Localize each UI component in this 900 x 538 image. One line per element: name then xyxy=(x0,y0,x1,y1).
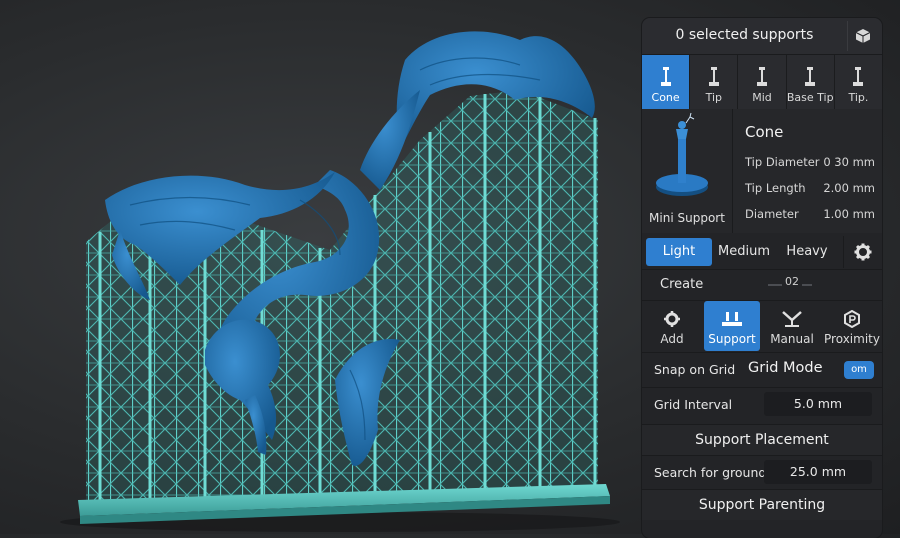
manual-icon xyxy=(782,311,802,327)
base-tip-support-icon xyxy=(805,67,816,86)
support-icon xyxy=(722,312,742,326)
support-placement-header[interactable]: Support Placement xyxy=(642,424,882,455)
placement-mode-tabs: Add Support Manual Proximity xyxy=(642,300,882,351)
weight-heavy-button[interactable]: Heavy xyxy=(778,238,836,266)
create-label: Create xyxy=(660,277,704,292)
mode-label: Add xyxy=(660,332,684,346)
grid-interval-input[interactable]: 5.0 mm xyxy=(764,392,872,416)
tip-support-icon xyxy=(708,67,719,86)
gear-icon[interactable] xyxy=(843,236,882,268)
tab-label: Mid xyxy=(752,91,772,104)
tab-tip[interactable]: Tip xyxy=(690,55,739,109)
search-for-ground-label: Search for ground xyxy=(654,465,767,480)
spec-value: 1.00 mm xyxy=(823,207,875,221)
mode-label: Support xyxy=(708,332,756,346)
spec-tip-length: Tip Length 2.00 mm xyxy=(745,181,875,195)
grid-interval-label: Grid Interval xyxy=(654,397,733,412)
spec-value: 0 30 mm xyxy=(823,155,875,169)
spec-diameter: Diameter 1.00 mm xyxy=(745,207,875,221)
tab-mid[interactable]: Mid xyxy=(738,55,787,109)
create-value: 02 xyxy=(782,275,802,288)
spec-value: 2.00 mm xyxy=(823,181,875,195)
support-name: Cone xyxy=(745,123,784,141)
tab-cone[interactable]: Cone xyxy=(642,55,691,109)
tab-base-tip[interactable]: Base Tip xyxy=(786,55,835,109)
mini-support-preview-icon xyxy=(656,112,708,196)
tab-tip-alt[interactable]: Tip. xyxy=(834,55,882,109)
spec-label: Diameter xyxy=(745,207,799,221)
snap-on-grid-label: Snap on Grid xyxy=(654,362,736,377)
support-weight-selector: Light Medium Heavy xyxy=(642,236,882,268)
support-model-render xyxy=(60,31,620,532)
tab-label: Cone xyxy=(651,91,680,104)
support-specs: Cone Tip Diameter 0 30 mm Tip Length 2.0… xyxy=(733,109,882,233)
mode-label: Manual xyxy=(770,332,814,346)
support-detail: Mini Support Cone Tip Diameter 0 30 mm T… xyxy=(642,109,882,233)
mode-add[interactable]: Add xyxy=(642,301,702,351)
search-ground-row: Search for ground 25.0 mm xyxy=(642,455,882,488)
tab-label: Base Tip xyxy=(786,91,834,104)
support-panel: 0 selected supports Cone Tip Mid Base Ti… xyxy=(642,18,882,538)
spec-tip-diameter: Tip Diameter 0 30 mm xyxy=(745,155,875,169)
cone-support-icon xyxy=(660,67,671,86)
tab-label: Tip xyxy=(705,91,723,104)
snap-row: Snap on Grid Grid Mode om xyxy=(642,352,882,387)
spec-label: Tip Diameter xyxy=(745,155,820,169)
viewport-3d[interactable] xyxy=(0,0,640,534)
mode-label: Proximity xyxy=(824,332,880,346)
support-type-tabs: Cone Tip Mid Base Tip Tip. xyxy=(642,54,882,110)
weight-light-button[interactable]: Light xyxy=(646,238,712,266)
spec-label: Tip Length xyxy=(745,181,806,195)
mode-manual[interactable]: Manual xyxy=(762,301,822,351)
mode-support[interactable]: Support xyxy=(704,301,760,351)
grid-mode-label: Grid Mode xyxy=(748,360,823,376)
support-parenting-header[interactable]: Support Parenting xyxy=(642,489,882,520)
weight-medium-button[interactable]: Medium xyxy=(714,238,774,266)
preview-caption: Mini Support xyxy=(649,211,725,225)
tab-label: Tip. xyxy=(848,91,869,104)
grid-interval-row: Grid Interval 5.0 mm xyxy=(642,387,882,420)
selected-supports-count: 0 selected supports xyxy=(675,27,814,43)
mid-support-icon xyxy=(757,67,767,86)
panel-header: 0 selected supports xyxy=(642,18,882,54)
grid-mode-toggle[interactable]: om xyxy=(844,361,874,379)
proximity-icon xyxy=(844,310,860,328)
gear-add-icon xyxy=(664,311,680,327)
support-preview: Mini Support xyxy=(642,109,733,233)
tip-alt-support-icon xyxy=(853,67,864,86)
search-for-ground-input[interactable]: 25.0 mm xyxy=(764,460,872,484)
mode-proximity[interactable]: Proximity xyxy=(822,301,882,351)
create-row: Create 02 xyxy=(642,269,882,300)
cube-icon[interactable] xyxy=(847,21,878,51)
